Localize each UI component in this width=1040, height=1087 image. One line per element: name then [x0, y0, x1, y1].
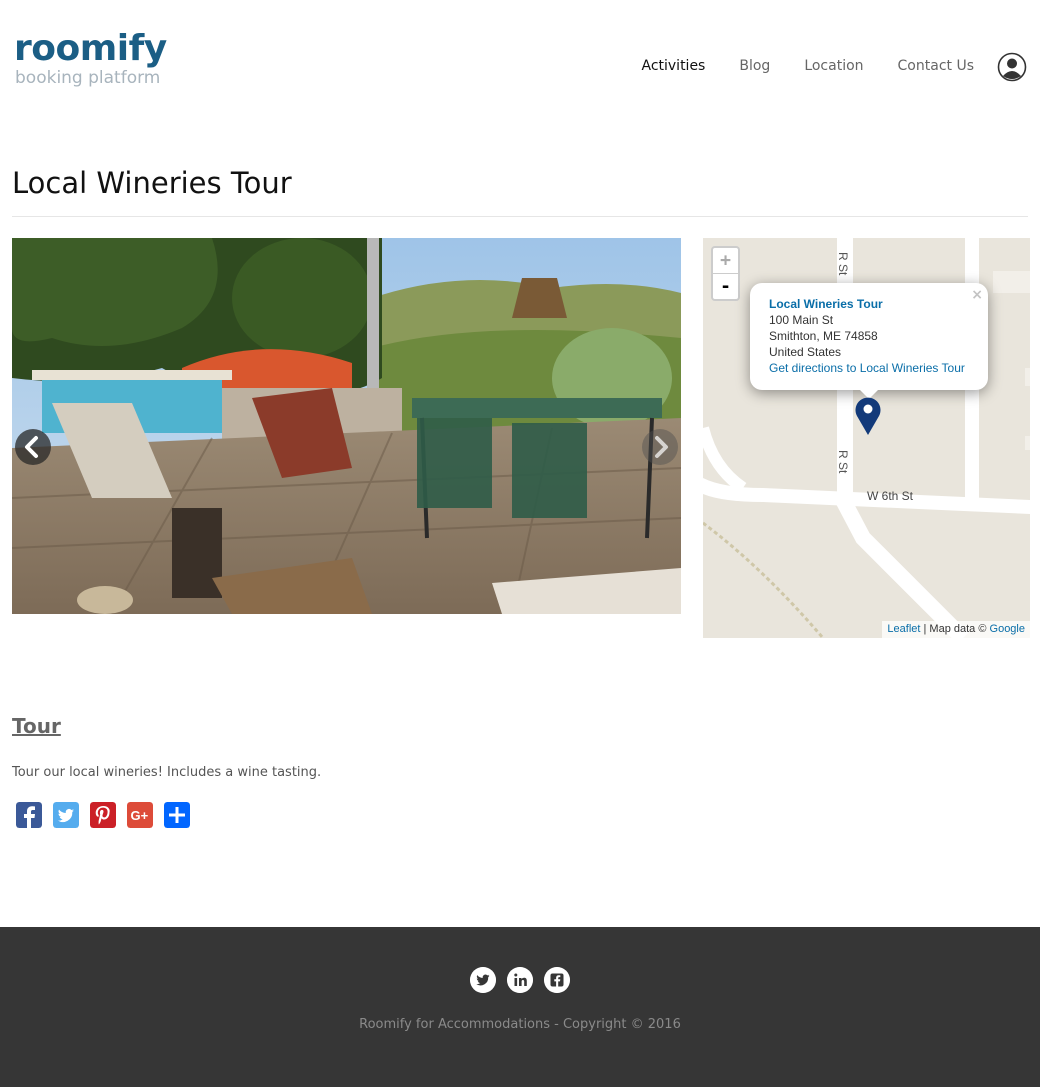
- chevron-left-icon[interactable]: [14, 428, 52, 466]
- zoom-out-button[interactable]: -: [713, 273, 738, 298]
- popup-address-line-3: United States: [769, 345, 842, 359]
- copyright-text: Roomify for Accommodations - Copyright ©…: [359, 1017, 681, 1032]
- logo-tagline: booking platform: [15, 68, 161, 88]
- street-label-r-st-top: R St: [836, 252, 850, 276]
- image-carousel[interactable]: [12, 238, 681, 614]
- activity-description: Tour our local wineries! Includes a wine…: [12, 765, 322, 780]
- street-label-r-st-bottom: R St: [836, 450, 850, 474]
- site-footer: Roomify for Accommodations - Copyright ©…: [0, 927, 1040, 1087]
- facebook-share-icon[interactable]: [16, 802, 42, 828]
- footer-social-icons: [470, 967, 570, 993]
- attribution-separator: | Map data ©: [920, 623, 990, 635]
- leaflet-link[interactable]: Leaflet: [887, 623, 920, 635]
- google-link[interactable]: Google: [990, 623, 1025, 635]
- map-marker-icon[interactable]: [854, 396, 882, 436]
- map-attribution: Leaflet | Map data © Google: [882, 621, 1030, 638]
- site-logo[interactable]: roomify booking platform: [14, 28, 167, 89]
- pinterest-share-icon[interactable]: [90, 802, 116, 828]
- popup-address-line-2: Smithton, ME 74858: [769, 329, 878, 343]
- logo-text: roomify: [14, 28, 167, 69]
- map-zoom-control: + -: [711, 246, 740, 301]
- main-nav: Activities Blog Location Contact Us: [607, 58, 974, 74]
- nav-item-location[interactable]: Location: [804, 58, 863, 74]
- map-popup: × Local Wineries Tour 100 Main St Smitht…: [750, 283, 988, 390]
- popup-title: Local Wineries Tour: [769, 297, 883, 311]
- addtoany-share-icon[interactable]: [164, 802, 190, 828]
- zoom-in-button[interactable]: +: [713, 248, 738, 273]
- svg-text:G+: G+: [131, 808, 149, 823]
- nav-item-activities[interactable]: Activities: [641, 58, 705, 74]
- popup-directions-link[interactable]: Get directions to Local Wineries Tour: [769, 360, 969, 376]
- twitter-icon[interactable]: [470, 967, 496, 993]
- nav-item-contact-us[interactable]: Contact Us: [898, 58, 974, 74]
- chevron-right-icon[interactable]: [641, 428, 679, 466]
- popup-address-line-1: 100 Main St: [769, 313, 834, 327]
- facebook-icon[interactable]: [544, 967, 570, 993]
- street-label-w-6th-st: W 6th St: [867, 489, 914, 503]
- nav-item-blog[interactable]: Blog: [739, 58, 770, 74]
- user-circle-icon[interactable]: [997, 52, 1027, 82]
- share-buttons: G+: [16, 802, 190, 828]
- title-divider: [12, 216, 1028, 217]
- section-title[interactable]: Tour: [12, 714, 61, 738]
- popup-close-button[interactable]: ×: [971, 287, 983, 303]
- google-plus-share-icon[interactable]: G+: [127, 802, 153, 828]
- location-map[interactable]: R St R St W 6th St + - × Local Wineries …: [703, 238, 1030, 638]
- carousel-image-terrace: [12, 238, 681, 614]
- twitter-share-icon[interactable]: [53, 802, 79, 828]
- linkedin-icon[interactable]: [507, 967, 533, 993]
- page-title: Local Wineries Tour: [12, 166, 292, 200]
